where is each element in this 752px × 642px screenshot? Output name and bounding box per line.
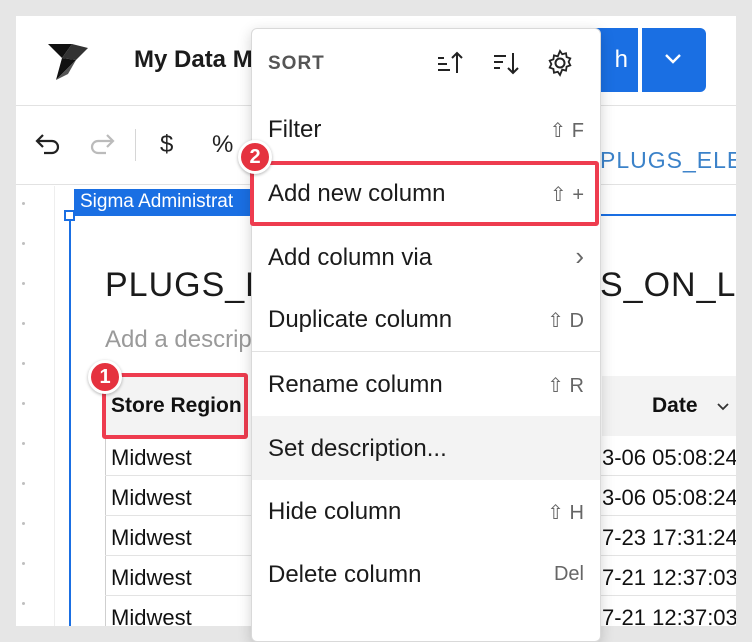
table-title[interactable]: PLUGS_E [105,266,269,305]
column-header-date[interactable]: Date [602,376,736,436]
sort-descending-icon[interactable] [492,49,520,77]
column-context-menu: SORT Filter ⇧ F Add new column ⇧ + Add c… [251,28,601,642]
menu-sort-label: SORT [268,53,325,74]
grid-dot [22,562,25,565]
element-owner-tag: Sigma Administrat [74,189,264,215]
formula-reference[interactable]: PLUGS_ELE [600,147,736,174]
annotation-highlight-2 [250,161,599,226]
grid-dot [22,602,25,605]
menu-item-shortcut: ⇧ H [547,502,584,524]
menu-item-shortcut: ⇧ D [547,310,584,332]
document-title[interactable]: My Data M [134,46,253,74]
grid-dot [22,482,25,485]
cell-date[interactable]: 7-21 12:37:03 [602,605,736,626]
cell-date[interactable]: 7-23 17:31:24 [602,525,736,551]
sort-ascending-icon[interactable] [436,49,464,77]
table-description-input[interactable]: Add a descrip [105,326,252,354]
menu-item-label: Add column via [268,244,433,271]
menu-item-label: Hide column [268,498,402,525]
annotation-badge-2: 2 [238,140,272,174]
percent-format-button[interactable]: % [212,131,233,167]
table-title-tail[interactable]: S_ON_LA [600,266,736,305]
toolbar-divider [135,129,136,161]
menu-item-label: Rename column [268,371,443,398]
grid-dot [22,202,25,205]
menu-item-rename-column[interactable]: Rename column ⇧ R [252,352,600,416]
menu-item-label: Duplicate column [268,306,453,333]
currency-format-button[interactable]: $ [160,131,173,167]
grid-dot [22,322,25,325]
grid-dot [22,282,25,285]
menu-sort-section: SORT [252,29,600,97]
column-header-label: Date [652,394,698,417]
publish-dropdown-button[interactable] [642,28,706,92]
annotation-badge-1: 1 [88,360,122,394]
menu-item-delete-column[interactable]: Delete column Del [252,542,600,606]
grid-dot [22,522,25,525]
menu-item-set-description[interactable]: Set description... [252,416,600,480]
cell-store-region[interactable]: Midwest [111,485,192,511]
chevron-right-icon: › [575,241,584,271]
menu-item-add-column-via[interactable]: Add column via › [252,225,600,289]
annotation-highlight-1 [102,373,248,439]
menu-item-label: Set description... [268,435,447,462]
sigma-logo-icon[interactable] [46,40,90,82]
menu-item-filter[interactable]: Filter ⇧ F [252,97,600,161]
menu-item-hide-column[interactable]: Hide column ⇧ H [252,479,600,543]
grid-dot [22,362,25,365]
menu-item-shortcut: Del [553,563,584,585]
cell-date[interactable]: 7-21 12:37:03 [602,565,736,591]
menu-item-shortcut: ⇧ R [547,375,584,397]
grid-dot [22,402,25,405]
cell-store-region[interactable]: Midwest [111,525,192,551]
menu-item-duplicate-column[interactable]: Duplicate column ⇧ D [252,287,600,351]
menu-item-label: Delete column [268,561,422,588]
grid-dot [22,442,25,445]
cell-store-region[interactable]: Midwest [111,605,192,626]
cell-store-region[interactable]: Midwest [111,565,192,591]
menu-item-label: Filter [268,116,322,143]
cell-store-region[interactable]: Midwest [111,445,192,471]
chevron-down-icon[interactable] [716,402,730,412]
cell-date[interactable]: 3-06 05:08:24 [602,445,736,471]
grid-dot [22,242,25,245]
gear-icon[interactable] [546,49,574,77]
chevron-down-icon [665,54,681,64]
cell-date[interactable]: 3-06 05:08:24 [602,485,736,511]
redo-icon[interactable] [88,127,118,163]
canvas-gutter-line [54,186,55,626]
publish-button-label: h [614,46,628,73]
menu-item-shortcut: ⇧ F [549,120,584,142]
undo-icon[interactable] [32,127,62,163]
